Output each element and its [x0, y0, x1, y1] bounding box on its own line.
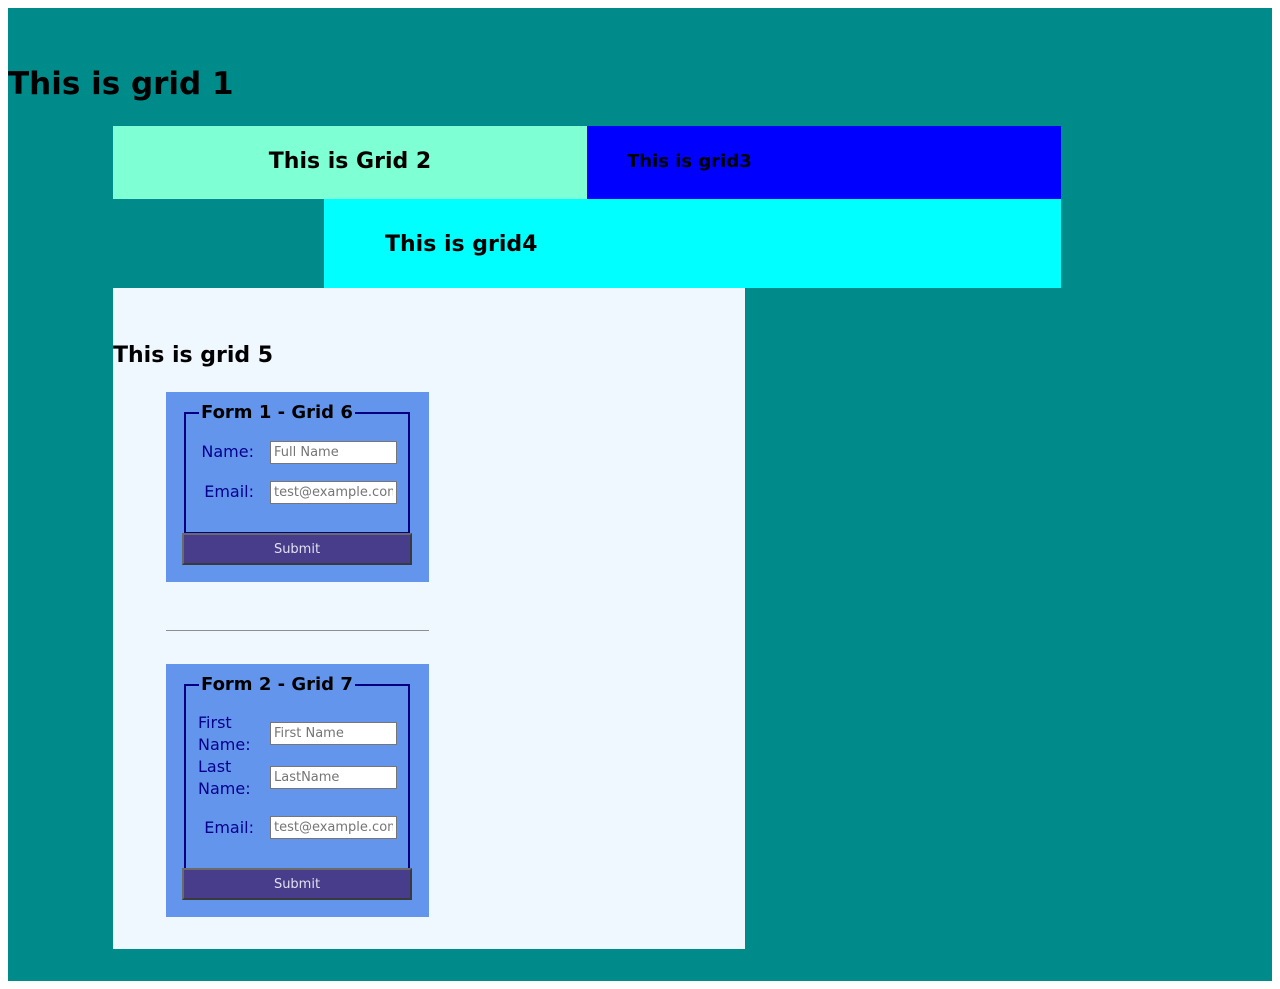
form-2-submit-button[interactable]: Submit — [182, 868, 412, 900]
grid-4-title: This is grid4 — [385, 232, 538, 257]
name-input[interactable] — [270, 441, 397, 464]
email-label: Email: — [204, 482, 254, 501]
first-name-label: First Name: — [198, 713, 251, 754]
form-1-submit-button[interactable]: Submit — [182, 533, 412, 565]
grid-1: This is grid 1 This is Grid 2 This is gr… — [8, 8, 1272, 981]
last-name-input[interactable] — [270, 766, 397, 789]
form-1-fieldset: Form 1 - Grid 6 Name: Email: — [184, 401, 410, 534]
grid-5-title: This is grid 5 — [113, 343, 274, 368]
grid-3-title: This is grid3 — [627, 151, 752, 172]
form-1-grid-6: Form 1 - Grid 6 Name: Email: Submit — [166, 392, 429, 582]
form-divider — [166, 630, 429, 631]
grid-5: This is grid 5 Form 1 - Grid 6 Name: Ema… — [113, 288, 745, 949]
email-input[interactable] — [270, 816, 397, 839]
email-label: Email: — [204, 818, 254, 837]
form-1-legend: Form 1 - Grid 6 — [199, 401, 355, 425]
last-name-label: Last Name: — [198, 757, 251, 798]
grid-2: This is Grid 2 — [113, 126, 587, 199]
grid-2-title: This is Grid 2 — [268, 149, 432, 174]
form-2-fieldset: Form 2 - Grid 7 First Name: Last Name: E… — [184, 673, 410, 870]
grid-1-title: This is grid 1 — [8, 66, 234, 102]
grid-3: This is grid3 — [587, 126, 1061, 199]
email-input[interactable] — [270, 481, 397, 504]
form-2-grid-7: Form 2 - Grid 7 First Name: Last Name: E… — [166, 664, 429, 917]
grid-4: This is grid4 — [324, 199, 1061, 288]
first-name-input[interactable] — [270, 722, 397, 745]
name-label: Name: — [201, 442, 254, 461]
form-2-legend: Form 2 - Grid 7 — [199, 673, 355, 697]
